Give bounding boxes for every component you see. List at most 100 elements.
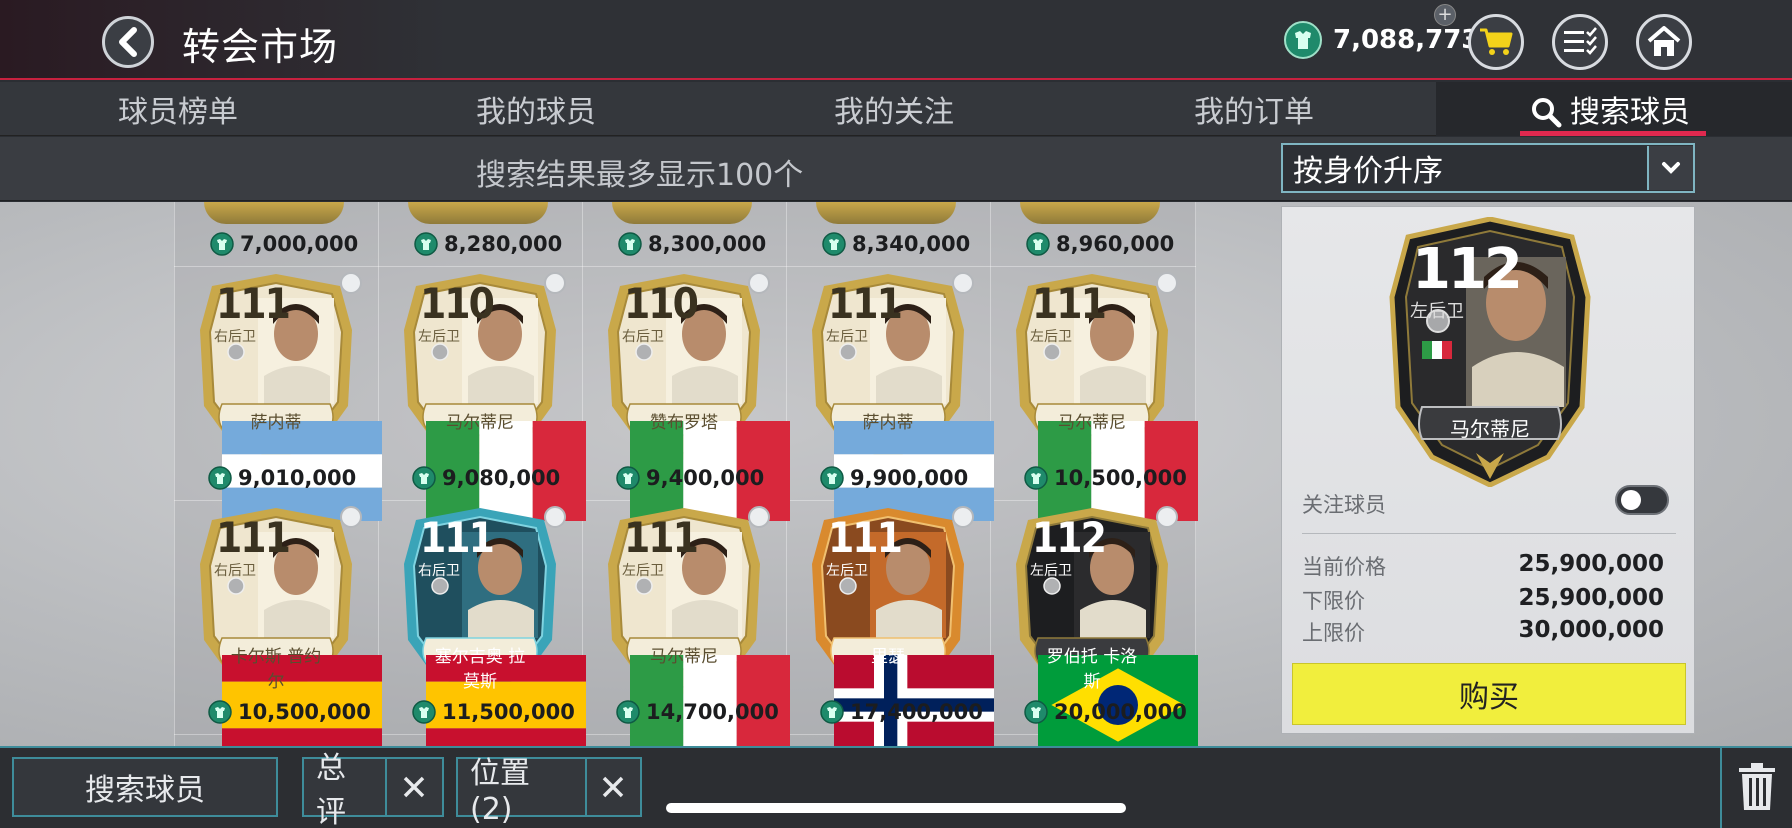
follow-player-label: 关注球员	[1302, 493, 1386, 517]
card-price: 8,300,000	[618, 232, 766, 256]
home-indicator[interactable]	[666, 803, 1126, 813]
player-card[interactable]: 111 右后卫 塞尔吉奥 拉莫斯	[400, 506, 586, 755]
sort-selected-value: 按身价升序	[1293, 154, 1443, 189]
player-card[interactable]: 111 左后卫 里瑟	[808, 506, 994, 755]
add-coins-button[interactable]: +	[1434, 4, 1456, 26]
grid-line	[174, 202, 175, 746]
card-price-value: 7,000,000	[240, 232, 359, 256]
card-position: 左后卫	[1030, 563, 1072, 579]
card-price: 8,280,000	[414, 232, 562, 256]
current-price-label: 当前价格	[1302, 555, 1386, 579]
favorite-toggle[interactable]	[952, 506, 974, 528]
player-card[interactable]: 111 左后卫 马尔蒂尼	[604, 506, 790, 755]
card-price-value: 8,340,000	[852, 232, 971, 256]
selected-card-position: 左后卫	[1410, 301, 1464, 322]
favorite-toggle[interactable]	[952, 272, 974, 294]
coin-icon	[616, 700, 640, 724]
card-price-value: 10,500,000	[238, 700, 371, 724]
favorite-toggle[interactable]	[748, 506, 770, 528]
partial-card[interactable]	[816, 202, 956, 224]
coin-icon	[1026, 232, 1050, 256]
card-rating: 111	[828, 279, 903, 328]
player-card[interactable]: 110 右后卫 赞布罗塔	[604, 272, 790, 521]
lower-limit-label: 下限价	[1302, 589, 1365, 613]
partial-card[interactable]	[612, 202, 752, 224]
remove-rating-filter-button[interactable]	[384, 759, 442, 815]
tab-search-players-label: 搜索球员	[1570, 95, 1690, 130]
coin-icon	[1284, 21, 1322, 59]
task-list-button[interactable]	[1552, 14, 1608, 70]
partial-card[interactable]	[408, 202, 548, 224]
coin-icon	[208, 700, 232, 724]
player-card[interactable]: 110 左后卫马尔蒂尼	[400, 272, 586, 521]
clear-filters-button[interactable]	[1720, 746, 1792, 828]
filter-chip-rating[interactable]: 总评	[302, 751, 444, 828]
card-player-name: 马尔蒂尼	[446, 413, 514, 433]
card-player-name: 马尔蒂尼	[650, 647, 718, 667]
buy-button[interactable]: 购买	[1292, 663, 1686, 725]
card-price: 17,400,000	[820, 700, 983, 724]
coin-icon	[412, 700, 436, 724]
favorite-toggle[interactable]	[544, 506, 566, 528]
coin-icon	[618, 232, 642, 256]
plus-icon: +	[1437, 4, 1453, 25]
tab-my-players[interactable]: 我的球员	[476, 82, 596, 136]
player-card[interactable]: 111 右后卫 卡尔斯 普约尔	[196, 506, 382, 755]
sort-dropdown[interactable]: 按身价升序	[1281, 143, 1695, 193]
result-limit-note: 搜索结果最多显示100个	[476, 158, 804, 193]
card-price-value: 11,500,000	[442, 700, 575, 724]
favorite-toggle[interactable]	[1156, 506, 1178, 528]
card-rating: 111	[624, 513, 699, 562]
checklist-icon	[1564, 27, 1597, 55]
tab-my-orders[interactable]: 我的订单	[1194, 82, 1314, 136]
chevron-left-icon	[119, 27, 137, 57]
coin-icon	[210, 232, 234, 256]
player-card[interactable]: 112 左后卫罗伯托 卡洛斯	[1012, 506, 1198, 755]
favorite-toggle[interactable]	[1156, 272, 1178, 294]
partial-card[interactable]	[1020, 202, 1160, 224]
search-players-button[interactable]: 搜索球员	[12, 757, 278, 817]
tab-search-players[interactable]: 搜索球员	[1530, 82, 1690, 136]
cart-button[interactable]	[1468, 14, 1524, 70]
remove-position-filter-button[interactable]	[584, 759, 640, 815]
favorite-toggle[interactable]	[340, 506, 362, 528]
card-price-value: 8,300,000	[648, 232, 767, 256]
card-price: 8,340,000	[822, 232, 970, 256]
card-rating: 110	[420, 279, 495, 328]
player-card[interactable]: 111 左后卫 马尔蒂尼	[1012, 272, 1198, 521]
filter-chip-position[interactable]: 位置 (2)	[456, 756, 642, 827]
upper-limit-value: 30,000,000	[1518, 617, 1664, 643]
favorite-toggle[interactable]	[544, 272, 566, 294]
card-player-name: 罗伯托 卡洛斯	[1046, 647, 1138, 692]
selected-player-card[interactable]: 112 左后卫 马尔蒂尼	[1388, 217, 1592, 487]
card-player-name: 卡尔斯 普约尔	[230, 647, 322, 692]
card-price-value: 14,700,000	[646, 700, 779, 724]
favorite-toggle[interactable]	[340, 272, 362, 294]
card-price: 14,700,000	[616, 700, 779, 724]
card-rating: 111	[216, 279, 291, 328]
card-price: 10,500,000	[1024, 466, 1187, 490]
player-card[interactable]: 111 左后卫 萨内蒂	[808, 272, 994, 521]
sort-dropdown-toggle[interactable]	[1647, 146, 1693, 190]
card-position: 右后卫	[214, 329, 256, 345]
active-tab-indicator	[1520, 131, 1706, 136]
card-position: 左后卫	[418, 329, 460, 345]
partial-card[interactable]	[204, 202, 344, 224]
follow-player-toggle[interactable]	[1615, 485, 1669, 515]
favorite-toggle[interactable]	[748, 272, 770, 294]
card-rating: 112	[1032, 513, 1107, 562]
card-price: 9,400,000	[616, 466, 764, 490]
card-rating: 111	[828, 513, 903, 562]
page-title: 转会市场	[182, 25, 339, 69]
detail-divider	[1302, 533, 1676, 534]
player-card[interactable]: 111 右后卫 萨内蒂	[196, 272, 382, 521]
card-price: 9,010,000	[208, 466, 356, 490]
coin-icon	[822, 232, 846, 256]
back-button[interactable]	[102, 16, 154, 68]
tab-player-rankings[interactable]: 球员榜单	[118, 82, 238, 136]
coin-icon	[1024, 700, 1048, 724]
card-rating: 111	[1032, 279, 1107, 328]
home-button[interactable]	[1636, 14, 1692, 70]
card-player-name: 塞尔吉奥 拉莫斯	[434, 647, 526, 692]
tab-my-watchlist[interactable]: 我的关注	[834, 82, 954, 136]
